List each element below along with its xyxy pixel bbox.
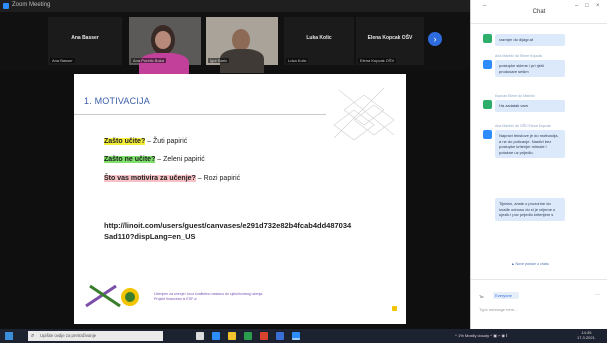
chat-message: Ana Marinić do OŠV Elena Kopcak Napravi … (483, 124, 601, 158)
clock-date: 17.3.2021. (577, 335, 596, 340)
chat-message: Kopcak Elene do Marinić Ha zadatak vam (483, 94, 601, 112)
participant-video-tile[interactable]: Igor Baric (206, 17, 278, 73)
shared-presentation-slide: 1. MOTIVACIJA Zašto učite? – Žuti papiri… (74, 74, 406, 324)
participant-name: Ana Basser (71, 35, 99, 41)
chat-compose-area: To: Everyone ⋯ Type message here... (471, 279, 607, 329)
chat-recipient-label: To: (479, 294, 485, 299)
chat-message-text: postupke sklene i pri rješi produsare se… (495, 60, 565, 77)
video-gallery-strip: Ana Basser Ana Basser Ana Puretic Boka I… (0, 12, 470, 77)
chrome-icon[interactable] (244, 332, 252, 340)
participant-tile[interactable]: Elena Kopcak OŠV Elena Kopcak OŠV (356, 17, 424, 65)
taskbar-search-placeholder: Upišite ovdje za pretraživanje (40, 333, 97, 338)
chat-panel: – Chat – □ × razmjer do dijagr.at Ana Ma… (470, 0, 607, 329)
participant-name: Elena Kopcak OŠV (367, 35, 413, 41)
chat-message-text: Ha zadatak vam (495, 100, 565, 112)
avatar (483, 34, 492, 43)
chat-message: razmjer do dijagr.at (483, 32, 601, 46)
question-answer: – Rozi papirić (195, 175, 241, 182)
edge-icon[interactable] (212, 332, 220, 340)
project-logo (85, 284, 139, 308)
participant-caption: Elena Kopcak OŠV (358, 58, 397, 63)
question-highlight: Zašto ne učite? (104, 156, 156, 163)
participant-tile[interactable]: Ana Basser Ana Basser (48, 17, 122, 65)
question-answer: – Žuti papirić (145, 138, 188, 145)
system-tray[interactable]: ^ 1% Mostly cloudy ^ ▣ ⌐ ◉ 𝄃 (455, 333, 507, 338)
slide-title-divider (74, 114, 326, 115)
chat-title: Chat (532, 9, 546, 15)
chat-message-text: Napravi tekstove je do motivacija, a ne … (495, 130, 565, 158)
chat-message-text: razmjer do dijagr.at (495, 34, 565, 46)
participant-tile[interactable]: Luka Kolic Luka Kolic (284, 17, 354, 65)
file-explorer-icon[interactable] (228, 332, 236, 340)
chat-sender: Kopcak Elene do Marinić (495, 94, 535, 98)
avatar (483, 130, 492, 139)
maximize-icon[interactable]: □ (585, 3, 589, 9)
participant-caption: Luka Kolic (286, 58, 309, 63)
taskbar-clock[interactable]: 14:35 17.3.2021. (577, 330, 596, 340)
participant-name: Luka Kolic (306, 35, 332, 41)
taskbar-search-box[interactable]: ⌕ Upišite ovdje za pretraživanje (28, 331, 163, 341)
window-title: Zoom Meeting (12, 2, 51, 8)
participant-face (155, 31, 171, 49)
slide-question-line: Zašto ne učite? – Zeleni papirić (104, 156, 205, 163)
avatar (483, 100, 492, 109)
close-icon[interactable]: × (596, 3, 600, 9)
chat-recipient-select[interactable]: Everyone (493, 292, 519, 299)
project-caption: Učenjem za učenje i kroz kvalitetnu nast… (154, 292, 264, 301)
question-highlight: Što vas motivira za učenje? (104, 175, 196, 182)
minimize-icon[interactable]: – (575, 3, 578, 9)
slide-page-marker (392, 306, 397, 311)
chat-message: Tijedan, znate u prozorine do izrađe odn… (483, 196, 601, 221)
slide-question-line: Što vas motivira za učenje? – Rozi papir… (104, 175, 240, 182)
windows-start-icon[interactable] (5, 332, 13, 340)
windows-taskbar: ⌕ Upišite ovdje za pretraživanje ^ 1% Mo… (0, 329, 607, 343)
participant-video-tile[interactable]: Ana Puretic Boka (129, 17, 201, 77)
chat-sender: Ana Marinić do Elene Kopcak (495, 54, 543, 58)
search-icon: ⌕ (31, 333, 35, 339)
question-highlight: Zašto učite? (104, 138, 146, 145)
slide-question-line: Zašto učite? – Žuti papirić (104, 138, 187, 145)
participant-caption: Ana Puretic Boka (131, 58, 166, 63)
powerpoint-icon[interactable] (260, 332, 268, 340)
chat-header: – Chat – □ × (471, 0, 607, 24)
task-view-icon[interactable] (196, 332, 204, 340)
chat-message-text: Tijedan, znate u prozorine do izrađe odn… (495, 198, 565, 221)
avatar (483, 60, 492, 69)
new-messages-indicator[interactable]: ▲ Nove poruke u chatu (511, 262, 549, 266)
participant-caption: Igor Baric (208, 58, 230, 63)
chat-message: Ana Marinić do Elene Kopcak postupke skl… (483, 54, 601, 77)
gallery-next-page-button[interactable]: › (428, 32, 442, 46)
chat-message-input[interactable]: Type message here... (479, 307, 517, 312)
participant-face (232, 29, 250, 51)
question-answer: – Zeleni papirić (155, 156, 205, 163)
participant-caption: Ana Basser (50, 58, 75, 63)
zoom-taskbar-icon[interactable] (292, 332, 300, 340)
chat-more-icon[interactable]: ⋯ (595, 292, 600, 298)
chat-sender: Ana Marinić do OŠV Elena Kopcak (495, 124, 551, 128)
slide-decoration-graphic (333, 87, 395, 141)
word-icon[interactable] (276, 332, 284, 340)
zoom-app-icon (3, 3, 9, 9)
slide-title: 1. MOTIVACIJA (84, 96, 150, 106)
slide-link-url: http://linoit.com/users/guest/canvases/e… (104, 221, 352, 241)
